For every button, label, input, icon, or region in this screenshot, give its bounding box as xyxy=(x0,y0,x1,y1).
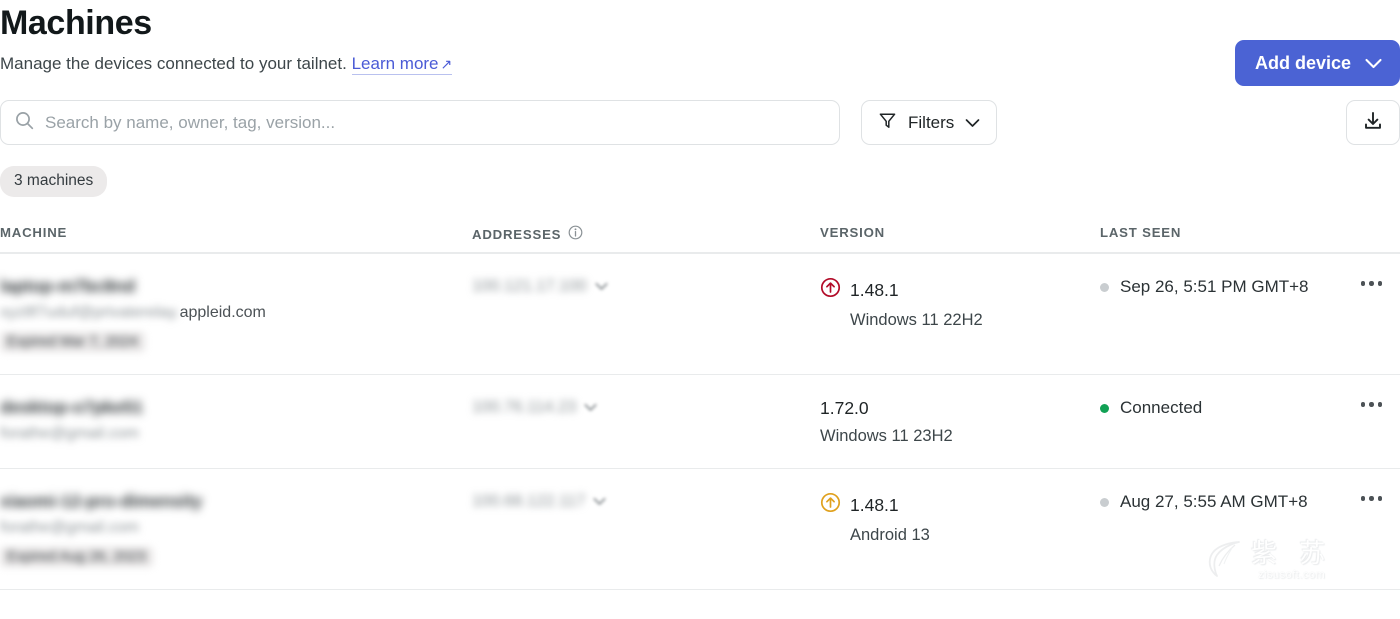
status-dot xyxy=(1100,403,1109,413)
machine-owner: forathe@gmail.com xyxy=(0,519,472,537)
redacted-text: xyz8f7uduf@privaterelay. xyxy=(0,303,180,321)
redacted-text: desktop-o7pke51 xyxy=(0,397,143,418)
column-label: VERSION xyxy=(820,225,885,241)
row-actions-menu-icon[interactable] xyxy=(1360,281,1382,286)
machine-name: xiaomi-12-pro-dimensity xyxy=(0,491,472,512)
update-available-icon[interactable] xyxy=(820,492,841,518)
os-label: Android 13 xyxy=(850,526,930,545)
search-input[interactable] xyxy=(45,101,825,145)
redacted-text: Expired Mar 7, 2024 xyxy=(0,332,145,353)
redacted-text: 100.121.17.100 xyxy=(472,277,587,296)
page-header: Machines Manage the devices connected to… xyxy=(0,0,1400,86)
learn-more-link[interactable]: Learn more ↗ xyxy=(351,54,453,75)
column-label: MACHINE xyxy=(0,225,68,241)
machine-cell: desktop-o7pke51 forathe@gmail.com xyxy=(0,398,472,442)
column-header-machine: MACHINE xyxy=(0,225,472,240)
redacted-text: laptop-m7bc8nd xyxy=(0,276,136,297)
add-device-button[interactable]: Add device xyxy=(1234,40,1400,86)
table-bottom-divider xyxy=(0,589,1400,591)
redacted-text: 100.76.114.23 xyxy=(472,398,577,417)
row-actions-menu-icon[interactable] xyxy=(1360,496,1382,501)
machine-name: desktop-o7pke51 xyxy=(0,397,472,418)
column-header-last-seen: LAST SEEN xyxy=(1100,225,1400,240)
machine-cell: xiaomi-12-pro-dimensity forathe@gmail.co… xyxy=(0,491,472,568)
last-seen-cell: Sep 26, 5:51 PM GMT+8 xyxy=(1100,277,1400,297)
add-device-label: Add device xyxy=(1254,52,1351,73)
table-header-row: MACHINE ADDRESSES VERSION LAST SEEN xyxy=(0,225,1400,254)
machine-owner: forathe@gmail.com xyxy=(0,425,472,443)
redacted-text: Expired Aug 26, 2023 xyxy=(0,547,153,568)
machine-name: laptop-m7bc8nd xyxy=(0,276,472,297)
address-cell[interactable]: 100.121.17.100 xyxy=(472,277,820,296)
column-label: ADDRESSES xyxy=(472,226,562,242)
chevron-down-icon xyxy=(965,113,980,133)
expired-badge: Expired Mar 7, 2024 xyxy=(0,332,472,353)
version-number: 1.48.1 xyxy=(850,279,899,300)
row-actions-menu-icon[interactable] xyxy=(1360,402,1382,407)
table-row[interactable]: laptop-m7bc8nd xyz8f7uduf@privaterelay.a… xyxy=(0,253,1400,374)
machines-page: Machines Manage the devices connected to… xyxy=(0,0,1400,619)
redacted-text: forathe@gmail.com xyxy=(0,518,139,536)
expired-badge: Expired Aug 26, 2023 xyxy=(0,547,472,568)
machine-cell: laptop-m7bc8nd xyz8f7uduf@privaterelay.a… xyxy=(0,276,472,353)
last-seen-text: Sep 26, 5:51 PM GMT+8 xyxy=(1120,277,1309,297)
last-seen-text: Connected xyxy=(1120,398,1203,418)
version-number: 1.48.1 xyxy=(850,494,899,515)
table-row[interactable]: desktop-o7pke51 forathe@gmail.com 100.76… xyxy=(0,374,1400,468)
chevron-down-icon[interactable] xyxy=(595,277,608,296)
redacted-text: 100.68.122.117 xyxy=(472,492,586,511)
version-cell: 1.72.0 Windows 11 23H2 xyxy=(820,398,1100,446)
version-cell: 1.48.1 Android 13 xyxy=(820,492,1100,545)
version-cell: 1.48.1 Windows 11 22H2 xyxy=(820,277,1100,330)
redacted-text: forathe@gmail.com xyxy=(0,424,139,442)
last-seen-cell: Aug 27, 5:55 AM GMT+8 xyxy=(1100,492,1400,512)
download-icon xyxy=(1362,110,1384,135)
version-number: 1.72.0 xyxy=(820,398,869,419)
machines-table: MACHINE ADDRESSES VERSION LAST SEEN lapt… xyxy=(0,225,1400,591)
update-available-icon[interactable] xyxy=(820,277,841,303)
chevron-down-icon[interactable] xyxy=(584,398,597,417)
info-icon[interactable] xyxy=(568,225,583,243)
search-box[interactable] xyxy=(0,100,840,146)
funnel-icon xyxy=(878,111,897,135)
column-label: LAST SEEN xyxy=(1100,225,1182,241)
page-subtitle: Manage the devices connected to your tai… xyxy=(0,54,1400,75)
learn-more-label: Learn more xyxy=(351,54,439,73)
os-label: Windows 11 22H2 xyxy=(850,311,983,330)
download-button[interactable] xyxy=(1346,100,1400,146)
column-header-addresses: ADDRESSES xyxy=(472,225,820,243)
last-seen-text: Aug 27, 5:55 AM GMT+8 xyxy=(1120,492,1308,512)
chevron-down-icon[interactable] xyxy=(593,492,606,511)
machine-count-badge: 3 machines xyxy=(0,166,108,198)
search-icon xyxy=(15,111,34,135)
filters-label: Filters xyxy=(908,112,955,132)
subtitle-text: Manage the devices connected to your tai… xyxy=(0,54,347,73)
external-link-icon: ↗ xyxy=(440,56,453,72)
redacted-text: xiaomi-12-pro-dimensity xyxy=(0,491,203,512)
last-seen-cell: Connected xyxy=(1100,398,1400,418)
owner-domain: appleid.com xyxy=(179,303,266,321)
machine-owner: xyz8f7uduf@privaterelay.appleid.com xyxy=(0,304,472,322)
chevron-down-icon xyxy=(1365,58,1382,69)
column-header-version: VERSION xyxy=(820,225,1100,240)
status-dot xyxy=(1100,497,1109,507)
status-dot xyxy=(1100,282,1109,292)
address-cell[interactable]: 100.68.122.117 xyxy=(472,492,820,511)
filters-button[interactable]: Filters xyxy=(861,100,998,146)
os-label: Windows 11 23H2 xyxy=(820,427,953,446)
page-title: Machines xyxy=(0,4,152,42)
table-row[interactable]: xiaomi-12-pro-dimensity forathe@gmail.co… xyxy=(0,468,1400,589)
toolbar: Filters xyxy=(0,100,1400,146)
address-cell[interactable]: 100.76.114.23 xyxy=(472,398,820,417)
